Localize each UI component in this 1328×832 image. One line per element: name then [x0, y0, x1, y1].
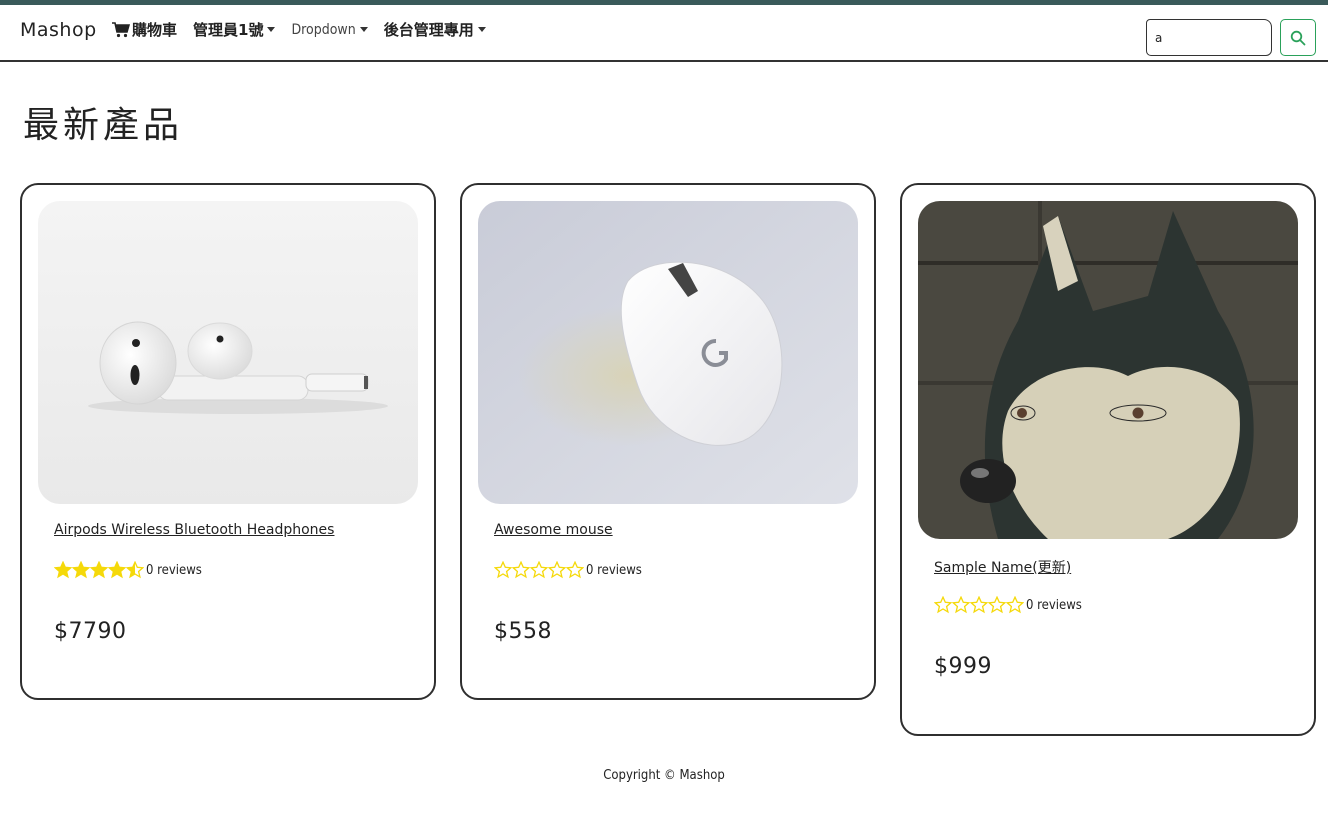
star-empty-icon — [548, 561, 566, 579]
search-input[interactable] — [1146, 19, 1272, 56]
star-empty-icon — [512, 561, 530, 579]
rating-stars — [494, 561, 584, 579]
star-empty-icon — [952, 596, 970, 614]
search-button[interactable] — [1280, 19, 1316, 56]
caret-down-icon — [267, 27, 276, 32]
product-card: Sample Name(更新) 0 reviews $999 — [900, 183, 1316, 736]
nav-admin-label: 管理員1號 — [193, 21, 264, 39]
caret-down-icon — [477, 27, 486, 32]
product-image[interactable] — [478, 201, 858, 504]
star-empty-icon — [1006, 596, 1024, 614]
product-name[interactable]: Awesome mouse — [494, 522, 613, 538]
search-icon — [1290, 30, 1306, 45]
product-name[interactable]: Airpods Wireless Bluetooth Headphones — [54, 522, 334, 538]
star-empty-icon — [530, 561, 548, 579]
product-price: $558 — [494, 619, 552, 644]
cart-icon — [112, 21, 132, 38]
star-full-icon — [54, 561, 72, 579]
star-empty-icon — [566, 561, 584, 579]
star-empty-icon — [934, 596, 952, 614]
nav-admin-dropdown[interactable]: 管理員1號 — [193, 19, 276, 40]
product-image[interactable] — [38, 201, 418, 504]
star-half-icon — [126, 561, 144, 579]
nav-backend-dropdown[interactable]: 後台管理專用 — [384, 19, 486, 40]
nav-dropdown-label: Dropdown — [291, 21, 356, 38]
rating-stars — [54, 561, 144, 579]
caret-down-icon — [359, 27, 368, 32]
product-name[interactable]: Sample Name(更新) — [934, 557, 1071, 577]
review-count: 0 reviews — [146, 562, 202, 578]
product-image[interactable] — [918, 201, 1298, 539]
star-empty-icon — [494, 561, 512, 579]
star-full-icon — [108, 561, 126, 579]
product-rating: 0 reviews — [494, 561, 642, 579]
navbar: Mashop 購物車 管理員1號 Dropdown 後台管理專用 — [0, 5, 1328, 62]
product-rating: 0 reviews — [934, 596, 1082, 614]
product-price: $999 — [934, 654, 992, 679]
product-card: Awesome mouse 0 reviews $558 — [460, 183, 876, 700]
nav-dropdown[interactable]: Dropdown — [291, 21, 368, 38]
rating-stars — [934, 596, 1024, 614]
star-full-icon — [90, 561, 108, 579]
review-count: 0 reviews — [1026, 597, 1082, 613]
star-empty-icon — [970, 596, 988, 614]
page-title: 最新產品 — [23, 105, 184, 146]
nav-backend-label: 後台管理專用 — [383, 21, 474, 39]
nav-cart-label: 購物車 — [132, 21, 178, 39]
review-count: 0 reviews — [586, 562, 642, 578]
nav-cart-link[interactable]: 購物車 — [112, 19, 177, 40]
star-full-icon — [72, 561, 90, 579]
product-price: $7790 — [54, 619, 127, 644]
product-rating: 0 reviews — [54, 561, 202, 579]
footer-copyright: Copyright © Mashop — [603, 768, 725, 783]
star-empty-icon — [988, 596, 1006, 614]
brand-link[interactable]: Mashop — [20, 19, 97, 41]
product-card: Airpods Wireless Bluetooth Headphones 0 … — [20, 183, 436, 700]
nav-items: 購物車 管理員1號 Dropdown 後台管理專用 — [112, 19, 502, 40]
